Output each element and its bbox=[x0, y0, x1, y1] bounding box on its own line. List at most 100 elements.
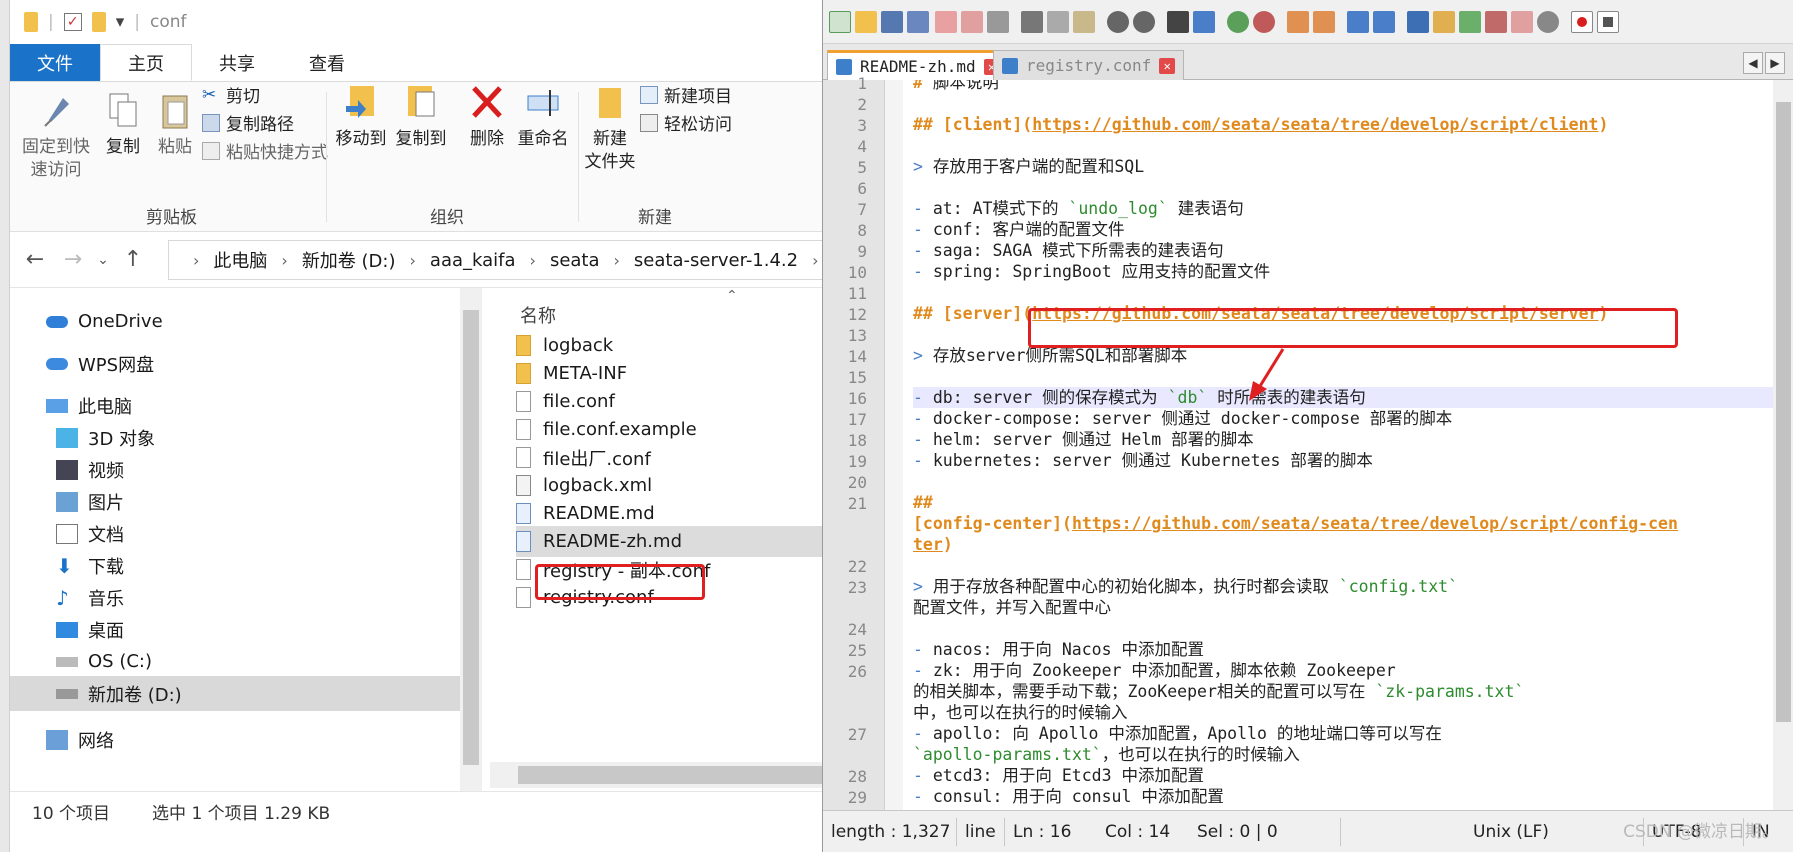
qat-dropdown-icon[interactable]: ▾ bbox=[116, 12, 125, 32]
save-icon[interactable] bbox=[881, 11, 903, 33]
nav-downloads[interactable]: ⬇ 下载 bbox=[10, 548, 460, 583]
file-row[interactable]: file出厂.conf bbox=[516, 442, 822, 473]
file-row[interactable]: README.md bbox=[516, 498, 822, 529]
breadcrumb-seata-server[interactable]: seata-server-1.4.2 bbox=[634, 250, 798, 271]
tab-home[interactable]: 主页 bbox=[100, 44, 192, 81]
delete-button[interactable]: 删除 bbox=[462, 82, 512, 151]
watermark: CSDN @微凉日期。 bbox=[1623, 822, 1779, 842]
show-all-chars-icon[interactable] bbox=[1373, 11, 1395, 33]
file-row-selected[interactable]: README-zh.md bbox=[516, 526, 822, 557]
new-folder-button[interactable]: 新建 文件夹 bbox=[582, 82, 638, 174]
sync-vertical-icon[interactable] bbox=[1287, 11, 1309, 33]
easy-access-icon bbox=[640, 113, 658, 132]
nav-pictures[interactable]: 图片 bbox=[10, 484, 460, 519]
zoom-out-icon[interactable] bbox=[1253, 11, 1275, 33]
zoom-in-icon[interactable] bbox=[1227, 11, 1249, 33]
file-row[interactable]: META-INF bbox=[516, 358, 822, 389]
new-folder-icon[interactable] bbox=[91, 12, 106, 32]
nav-d-drive[interactable]: 新加卷 (D:) bbox=[10, 676, 460, 711]
function-list-icon[interactable] bbox=[1485, 11, 1507, 33]
code-line: - docker-compose: server 侧通过 docker-comp… bbox=[913, 409, 1453, 428]
easy-access-button[interactable]: 轻松访问 bbox=[640, 110, 732, 135]
recent-locations-icon[interactable]: ⌄ bbox=[88, 252, 118, 268]
record-macro-icon[interactable] bbox=[1571, 11, 1593, 33]
tab-registry-conf[interactable]: registry.conf ✕ bbox=[993, 50, 1185, 80]
tab-share[interactable]: 共享 bbox=[192, 44, 282, 81]
tab-scroll-right-icon[interactable]: ▶ bbox=[1765, 52, 1785, 74]
paste-shortcut-button[interactable]: 粘贴快捷方式 bbox=[202, 138, 328, 163]
close-file-icon[interactable] bbox=[935, 11, 957, 33]
document-icon bbox=[56, 523, 78, 544]
breadcrumb-d-drive[interactable]: 新加卷 (D:) bbox=[302, 247, 396, 273]
close-tab-icon[interactable]: ✕ bbox=[1159, 57, 1176, 74]
desktop-icon bbox=[56, 621, 78, 638]
file-row[interactable]: logback.xml bbox=[516, 470, 822, 501]
paste-icon[interactable] bbox=[1073, 11, 1095, 33]
move-to-button[interactable]: 移动到 bbox=[330, 82, 392, 151]
nav-network[interactable]: 网络 bbox=[10, 722, 460, 757]
nav-onedrive[interactable]: OneDrive bbox=[10, 304, 460, 339]
nav-music[interactable]: ♪ 音乐 bbox=[10, 580, 460, 615]
find-icon[interactable] bbox=[1167, 11, 1189, 33]
breadcrumb-this-pc[interactable]: 此电脑 bbox=[213, 247, 267, 273]
tab-view[interactable]: 查看 bbox=[282, 44, 372, 81]
nav-videos[interactable]: 视频 bbox=[10, 452, 460, 487]
nav-desktop[interactable]: 桌面 bbox=[10, 612, 460, 647]
tab-scroll-left-icon[interactable]: ◀ bbox=[1743, 52, 1763, 74]
cut-icon[interactable] bbox=[1021, 11, 1043, 33]
file-row[interactable]: file.conf.example bbox=[516, 414, 822, 445]
breadcrumb-aaa-kaifa[interactable]: aaa_kaifa bbox=[430, 250, 516, 271]
line-number: 29 bbox=[847, 788, 867, 807]
pin-quick-access-button[interactable]: 固定到快 速访问 bbox=[18, 90, 94, 182]
nav-documents[interactable]: 文档 bbox=[10, 516, 460, 551]
cut-button[interactable]: ✂ 剪切 bbox=[202, 82, 260, 108]
nav-this-pc[interactable]: 此电脑 bbox=[10, 388, 460, 423]
properties-icon[interactable]: ✓ bbox=[63, 13, 82, 31]
breadcrumb-seata[interactable]: seata bbox=[550, 250, 600, 271]
code-line: > 存放用于客户端的配置和SQL bbox=[913, 157, 1145, 176]
column-header-name[interactable]: 名称 bbox=[520, 302, 556, 328]
close-all-icon[interactable] bbox=[961, 11, 983, 33]
print-icon[interactable] bbox=[987, 11, 1009, 33]
file-row[interactable]: logback bbox=[516, 330, 822, 361]
nav-scrollbar-thumb[interactable] bbox=[463, 310, 479, 765]
copy-path-button[interactable]: 复制路径 bbox=[202, 110, 294, 135]
word-wrap-icon[interactable] bbox=[1347, 11, 1369, 33]
line-number: 1 bbox=[857, 74, 867, 93]
back-arrow-icon[interactable]: ← bbox=[20, 247, 50, 272]
undo-icon[interactable] bbox=[1107, 11, 1129, 33]
folder-workspace-icon[interactable] bbox=[1511, 11, 1533, 33]
code-area[interactable]: # 脚本说明 ## [client](https://github.com/sea… bbox=[903, 80, 1773, 810]
new-file-icon[interactable] bbox=[829, 11, 851, 33]
redo-icon[interactable] bbox=[1133, 11, 1155, 33]
copy-icon[interactable] bbox=[1047, 11, 1069, 33]
copy-to-button[interactable]: 复制到 bbox=[390, 82, 452, 151]
file-row[interactable]: file.conf bbox=[516, 386, 822, 417]
open-file-icon[interactable] bbox=[855, 11, 877, 33]
nav-3d-objects[interactable]: 3D 对象 bbox=[10, 420, 460, 455]
file-list-hscroll-thumb[interactable] bbox=[518, 766, 822, 784]
replace-icon[interactable] bbox=[1193, 11, 1215, 33]
sync-horizontal-icon[interactable] bbox=[1313, 11, 1335, 33]
new-item-button[interactable]: 新建项目 bbox=[640, 82, 732, 107]
line-number: 12 bbox=[847, 305, 867, 324]
save-all-icon[interactable] bbox=[907, 11, 929, 33]
monitoring-icon[interactable] bbox=[1537, 11, 1559, 33]
paste-button[interactable]: 粘贴 bbox=[150, 90, 200, 159]
rename-button[interactable]: 重命名 bbox=[512, 82, 574, 151]
up-arrow-icon[interactable]: ↑ bbox=[118, 247, 148, 272]
stop-macro-icon[interactable] bbox=[1597, 11, 1619, 33]
line-number: 11 bbox=[847, 284, 867, 303]
copy-button[interactable]: 复制 bbox=[98, 90, 148, 159]
address-field[interactable]: › 此电脑 › 新加卷 (D:) › aaa_kaifa › seata › s… bbox=[168, 240, 822, 280]
tab-file[interactable]: 文件 bbox=[10, 44, 100, 81]
nav-c-drive[interactable]: OS (C:) bbox=[10, 644, 460, 679]
udl-icon[interactable] bbox=[1433, 11, 1455, 33]
forward-arrow-icon[interactable]: → bbox=[58, 247, 88, 272]
doc-map-icon[interactable] bbox=[1459, 11, 1481, 33]
status-eol[interactable]: Unix (LF) bbox=[1341, 817, 1644, 846]
nav-wps-drive[interactable]: WPS网盘 bbox=[10, 346, 460, 381]
indent-guide-icon[interactable] bbox=[1407, 11, 1429, 33]
copy-icon bbox=[106, 90, 140, 132]
editor-vscroll-thumb[interactable] bbox=[1776, 102, 1791, 722]
